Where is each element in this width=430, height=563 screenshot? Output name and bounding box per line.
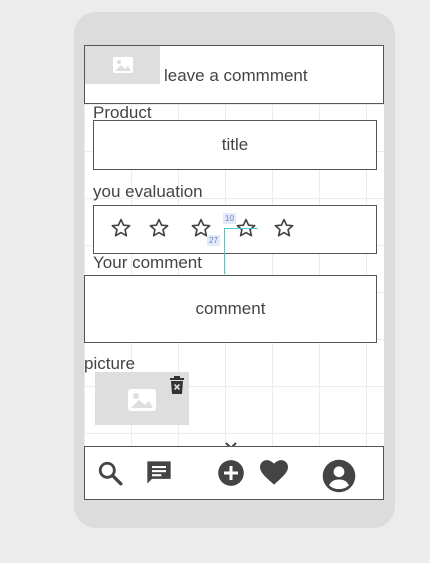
chat-icon[interactable] — [145, 459, 173, 487]
page-title: leave a commment — [164, 66, 308, 85]
heart-icon[interactable] — [260, 460, 288, 486]
image-icon — [113, 57, 133, 73]
guide-value-horizontal: 27 — [207, 235, 220, 246]
bottom-nav — [84, 446, 384, 500]
header-bar: leave a commment — [84, 45, 384, 104]
header-image-placeholder — [85, 46, 160, 84]
evaluation-section-label: you evaluation — [93, 182, 203, 201]
guide-line-horizontal — [224, 228, 258, 229]
picture-placeholder[interactable] — [95, 372, 189, 425]
search-icon[interactable] — [97, 460, 123, 486]
account-icon[interactable] — [322, 459, 356, 493]
guide-line-vertical — [224, 228, 225, 274]
add-circle-icon[interactable] — [217, 459, 245, 487]
product-title-text: title — [221, 135, 249, 154]
comment-section-label: Your comment — [93, 253, 202, 272]
guide-value-vertical: 10 — [223, 213, 236, 224]
product-title-field[interactable]: title — [93, 120, 377, 170]
image-icon — [128, 389, 156, 411]
delete-icon[interactable] — [169, 376, 185, 394]
star-outline-icon[interactable] — [110, 217, 132, 239]
star-outline-icon[interactable] — [148, 217, 170, 239]
star-outline-icon[interactable] — [273, 217, 295, 239]
picture-section-label: picture — [84, 354, 136, 373]
comment-field[interactable]: comment — [84, 275, 377, 343]
comment-text: comment — [195, 299, 266, 318]
app-screen: leave a commment Product title you evalu… — [84, 45, 384, 500]
